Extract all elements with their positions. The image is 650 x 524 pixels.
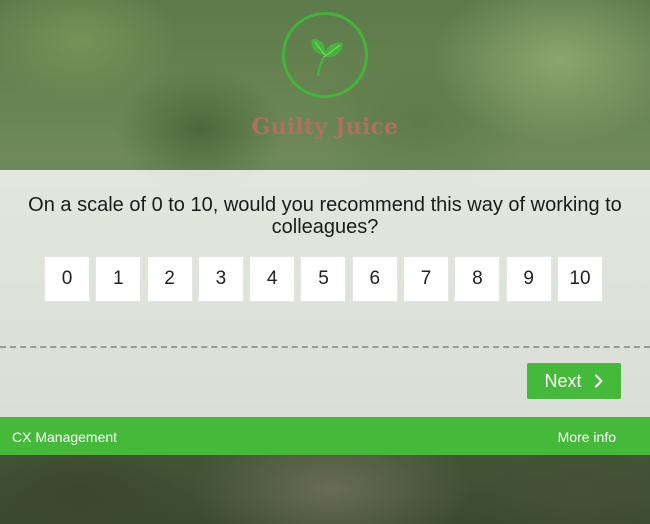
brand-name: Guilty Juice: [251, 114, 399, 140]
scale-option-5[interactable]: 5: [300, 256, 347, 302]
logo: [282, 12, 368, 98]
scale-option-1[interactable]: 1: [95, 256, 142, 302]
leaf-icon: [311, 38, 343, 77]
more-info-link[interactable]: More info: [558, 429, 616, 445]
scale-option-6[interactable]: 6: [351, 256, 398, 302]
logo-header: Guilty Juice: [0, 12, 650, 140]
scale-option-9[interactable]: 9: [505, 256, 552, 302]
scale-option-10[interactable]: 10: [556, 256, 603, 302]
question-text: On a scale of 0 to 10, would you recomme…: [28, 194, 622, 238]
scale-option-7[interactable]: 7: [403, 256, 450, 302]
scale-option-2[interactable]: 2: [146, 256, 193, 302]
survey-panel: On a scale of 0 to 10, would you recomme…: [0, 170, 650, 417]
scale-option-0[interactable]: 0: [44, 256, 90, 302]
scale-option-8[interactable]: 8: [454, 256, 501, 302]
footer-bar: CX Management More info: [0, 417, 650, 455]
scale-option-3[interactable]: 3: [197, 256, 244, 302]
scale-option-4[interactable]: 4: [249, 256, 296, 302]
next-button[interactable]: Next: [527, 363, 621, 399]
chevron-right-icon: [594, 374, 604, 388]
next-button-label: Next: [544, 370, 582, 391]
footer-company-label: CX Management: [12, 429, 118, 445]
dashed-divider: [0, 346, 650, 348]
nps-scale: 0 1 2 3 4 5 6 7 8 9 10: [44, 256, 608, 302]
